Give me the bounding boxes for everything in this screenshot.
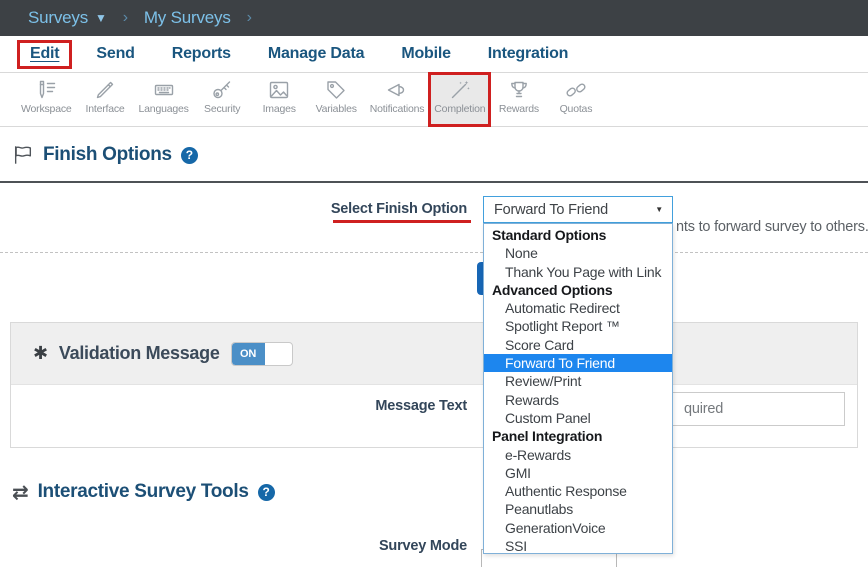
dropdown-option[interactable]: GMI bbox=[484, 464, 672, 482]
dropdown-option[interactable]: e-Rewards bbox=[484, 446, 672, 464]
toolbar-item[interactable]: Workspace bbox=[16, 73, 77, 126]
nav-tab[interactable]: Integration bbox=[488, 45, 568, 63]
dropdown-option[interactable]: Score Card bbox=[484, 336, 672, 354]
chevron-down-icon: ▼ bbox=[95, 11, 107, 25]
quotas-links-icon bbox=[563, 77, 589, 102]
validation-message-section: ✱ Validation Message ON bbox=[10, 322, 858, 448]
finish-options-title: Finish Options bbox=[43, 144, 172, 166]
survey-mode-label: Survey Mode bbox=[379, 538, 467, 554]
workspace-pen-icon bbox=[33, 77, 59, 102]
page: Surveys ▼ › My Surveys › Edit Send Repor… bbox=[0, 0, 868, 567]
main-nav: Edit Send Reports Manage Data Mobile Int… bbox=[0, 36, 868, 73]
arrows-icon: ⇄ bbox=[12, 480, 29, 504]
selected-finish-option: Forward To Friend bbox=[484, 202, 655, 218]
dropdown-option[interactable]: Panel Integration bbox=[484, 427, 672, 445]
interactive-tools-heading: ⇄ Interactive Survey Tools ? bbox=[12, 478, 275, 506]
forward-info-text: nts to forward survey to others. ? bbox=[676, 219, 868, 235]
toolbar-item[interactable]: Images bbox=[251, 73, 308, 126]
validation-toggle[interactable]: ON bbox=[231, 342, 293, 366]
dropdown-option[interactable]: Peanutlabs bbox=[484, 500, 672, 518]
nav-tab[interactable]: Manage Data bbox=[268, 45, 365, 63]
languages-keyboard-icon bbox=[151, 77, 177, 102]
finish-option-select[interactable]: Forward To Friend ▼ bbox=[483, 196, 673, 223]
breadcrumb-my-surveys[interactable]: My Surveys bbox=[144, 8, 231, 28]
section-divider bbox=[0, 181, 868, 183]
toolbar-item-label: Security bbox=[204, 103, 240, 115]
breadcrumb: Surveys ▼ › My Surveys › bbox=[0, 0, 868, 36]
breadcrumb-separator-icon: › bbox=[247, 9, 252, 27]
help-icon[interactable]: ? bbox=[258, 484, 275, 501]
toolbar-item[interactable]: Interface bbox=[77, 73, 134, 126]
toolbar-item-label: Variables bbox=[316, 103, 357, 115]
dropdown-option[interactable]: Standard Options bbox=[484, 226, 672, 244]
nav-tab[interactable]: Edit bbox=[17, 40, 72, 69]
flag-icon bbox=[12, 144, 34, 166]
toolbar-item-label: Interface bbox=[86, 103, 125, 115]
edit-toolbar: Workspace Interface Languages Security I… bbox=[0, 73, 868, 127]
breadcrumb-surveys[interactable]: Surveys ▼ bbox=[28, 8, 107, 28]
toolbar-item[interactable]: Notifications bbox=[365, 73, 430, 126]
dropdown-option[interactable]: Spotlight Report ™ bbox=[484, 317, 672, 335]
toolbar-item[interactable]: Completion bbox=[429, 73, 490, 126]
select-finish-option-label: Select Finish Option bbox=[331, 201, 467, 217]
info-text-fragment: nts to forward survey to others. bbox=[676, 219, 868, 235]
dropdown-option[interactable]: Authentic Response bbox=[484, 482, 672, 500]
toolbar-item-label: Workspace bbox=[21, 103, 72, 115]
dropdown-option[interactable]: GenerationVoice bbox=[484, 519, 672, 537]
toolbar-item-label: Images bbox=[263, 103, 296, 115]
annotation-underline bbox=[333, 220, 471, 223]
toolbar-item[interactable]: Quotas bbox=[547, 73, 604, 126]
dropdown-option[interactable]: SSI bbox=[484, 537, 672, 555]
toolbar-item[interactable]: Rewards bbox=[490, 73, 547, 126]
dropdown-option[interactable]: Rewards bbox=[484, 391, 672, 409]
dropdown-option[interactable]: Review/Print bbox=[484, 372, 672, 390]
nav-tab[interactable]: Reports bbox=[172, 45, 231, 63]
security-key-icon bbox=[209, 77, 235, 102]
nav-tab[interactable]: Send bbox=[96, 45, 134, 63]
finish-options-heading: Finish Options ? bbox=[12, 141, 198, 169]
nav-tab[interactable]: Mobile bbox=[401, 45, 450, 63]
variables-tag-icon bbox=[323, 77, 349, 102]
toolbar-item[interactable]: Security bbox=[194, 73, 251, 126]
message-text-label: Message Text bbox=[375, 398, 467, 414]
validation-message-header: ✱ Validation Message ON bbox=[11, 323, 857, 385]
dropdown-option[interactable]: Forward To Friend bbox=[484, 354, 672, 372]
toggle-on-label: ON bbox=[232, 343, 265, 365]
toolbar-item-label: Rewards bbox=[499, 103, 539, 115]
dropdown-arrow-icon: ▼ bbox=[655, 205, 672, 214]
validation-message-title: Validation Message bbox=[59, 343, 220, 364]
images-picture-icon bbox=[266, 77, 292, 102]
dropdown-option[interactable]: Custom Panel bbox=[484, 409, 672, 427]
completion-wand-icon bbox=[447, 77, 473, 102]
help-icon[interactable]: ? bbox=[181, 147, 198, 164]
toolbar-item-label: Languages bbox=[139, 103, 189, 115]
rewards-trophy-icon bbox=[506, 77, 532, 102]
toolbar-item-label: Completion bbox=[434, 103, 485, 115]
dashed-divider bbox=[0, 252, 868, 253]
finish-option-list: Standard Options None Thank You Page wit… bbox=[483, 223, 673, 554]
dropdown-option[interactable]: Thank You Page with Link bbox=[484, 263, 672, 281]
toolbar-item[interactable]: Languages bbox=[134, 73, 194, 126]
toolbar-item-label: Quotas bbox=[560, 103, 593, 115]
interactive-tools-title: Interactive Survey Tools bbox=[38, 481, 249, 503]
interface-brush-icon bbox=[92, 77, 118, 102]
asterisk-icon: ✱ bbox=[33, 343, 48, 364]
toolbar-item[interactable]: Variables bbox=[308, 73, 365, 126]
dropdown-option[interactable]: None bbox=[484, 244, 672, 262]
breadcrumb-separator-icon: › bbox=[123, 9, 128, 27]
dropdown-option[interactable]: Advanced Options bbox=[484, 281, 672, 299]
dropdown-option[interactable]: Automatic Redirect bbox=[484, 299, 672, 317]
breadcrumb-surveys-label: Surveys bbox=[28, 8, 88, 28]
toolbar-item-label: Notifications bbox=[370, 103, 425, 115]
notifications-megaphone-icon bbox=[384, 77, 410, 102]
